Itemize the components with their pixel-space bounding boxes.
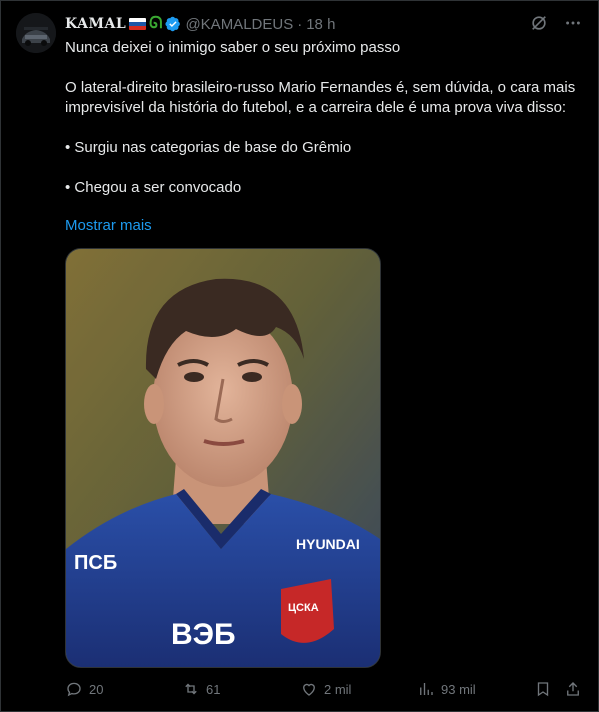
- share-icon: [567, 682, 579, 696]
- avatar-car-image: [16, 13, 56, 53]
- like-button[interactable]: 2 mil: [300, 679, 351, 699]
- svg-text:ПСБ: ПСБ: [74, 552, 117, 574]
- tweet-bullet-2: • Chegou a ser convocado: [65, 179, 242, 196]
- tweet-media-photo[interactable]: HYUNDAI ПСБ ВЭБ ЦСКА: [65, 248, 381, 668]
- reply-button[interactable]: 20: [65, 679, 103, 699]
- svg-text:HYUNDAI: HYUNDAI: [296, 536, 360, 552]
- reply-count: 20: [89, 681, 104, 697]
- bookmark-button[interactable]: [534, 679, 552, 699]
- bookmark-icon: [537, 682, 549, 697]
- show-more-link[interactable]: Mostrar mais: [65, 216, 152, 236]
- player-photo: HYUNDAI ПСБ ВЭБ ЦСКА: [66, 249, 380, 667]
- tweet-text: Nunca deixei o inimigo saber o seu próxi…: [65, 38, 585, 198]
- russia-flag-icon: [129, 18, 147, 30]
- svg-text:ВЭБ: ВЭБ: [171, 618, 236, 651]
- reply-icon: [67, 682, 81, 697]
- repost-button[interactable]: 61: [182, 679, 220, 699]
- tweet-line-1: Nunca deixei o inimigo saber o seu próxi…: [65, 39, 401, 56]
- repost-icon: [185, 683, 197, 695]
- tweet-actions: 20 61 2 mil 93 mil: [65, 679, 585, 699]
- repost-count: 61: [206, 681, 221, 697]
- grok-icon[interactable]: [530, 14, 548, 32]
- views-button[interactable]: 93 mil: [417, 679, 476, 699]
- like-count: 2 mil: [324, 681, 352, 697]
- tweet-card[interactable]: KAMAL ᘏ @KAMALDEUS · 18 h Nunca deixei o…: [0, 0, 599, 712]
- tweet-header: KAMAL ᘏ @KAMALDEUS · 18 h: [65, 14, 518, 34]
- verified-badge-icon: [165, 16, 181, 32]
- author-handle[interactable]: @KAMALDEUS: [185, 16, 293, 33]
- avatar[interactable]: [16, 13, 56, 53]
- views-count: 93 mil: [441, 681, 476, 697]
- tweet-paragraph-2: O lateral-direito brasileiro-russo Mario…: [65, 79, 576, 116]
- display-name[interactable]: KAMAL: [65, 16, 126, 32]
- top-actions: [530, 14, 582, 32]
- views-chart-icon: [420, 683, 433, 695]
- timestamp[interactable]: 18 h: [306, 16, 335, 33]
- green-emoji-icon: ᘏ: [149, 15, 163, 32]
- share-button[interactable]: [564, 679, 582, 699]
- svg-text:ЦСКА: ЦСКА: [288, 602, 319, 614]
- more-options-icon[interactable]: [564, 14, 582, 32]
- tweet-bullet-1: • Surgiu nas categorias de base do Grêmi…: [65, 139, 352, 156]
- separator-dot: ·: [297, 15, 303, 33]
- heart-icon: [303, 683, 315, 696]
